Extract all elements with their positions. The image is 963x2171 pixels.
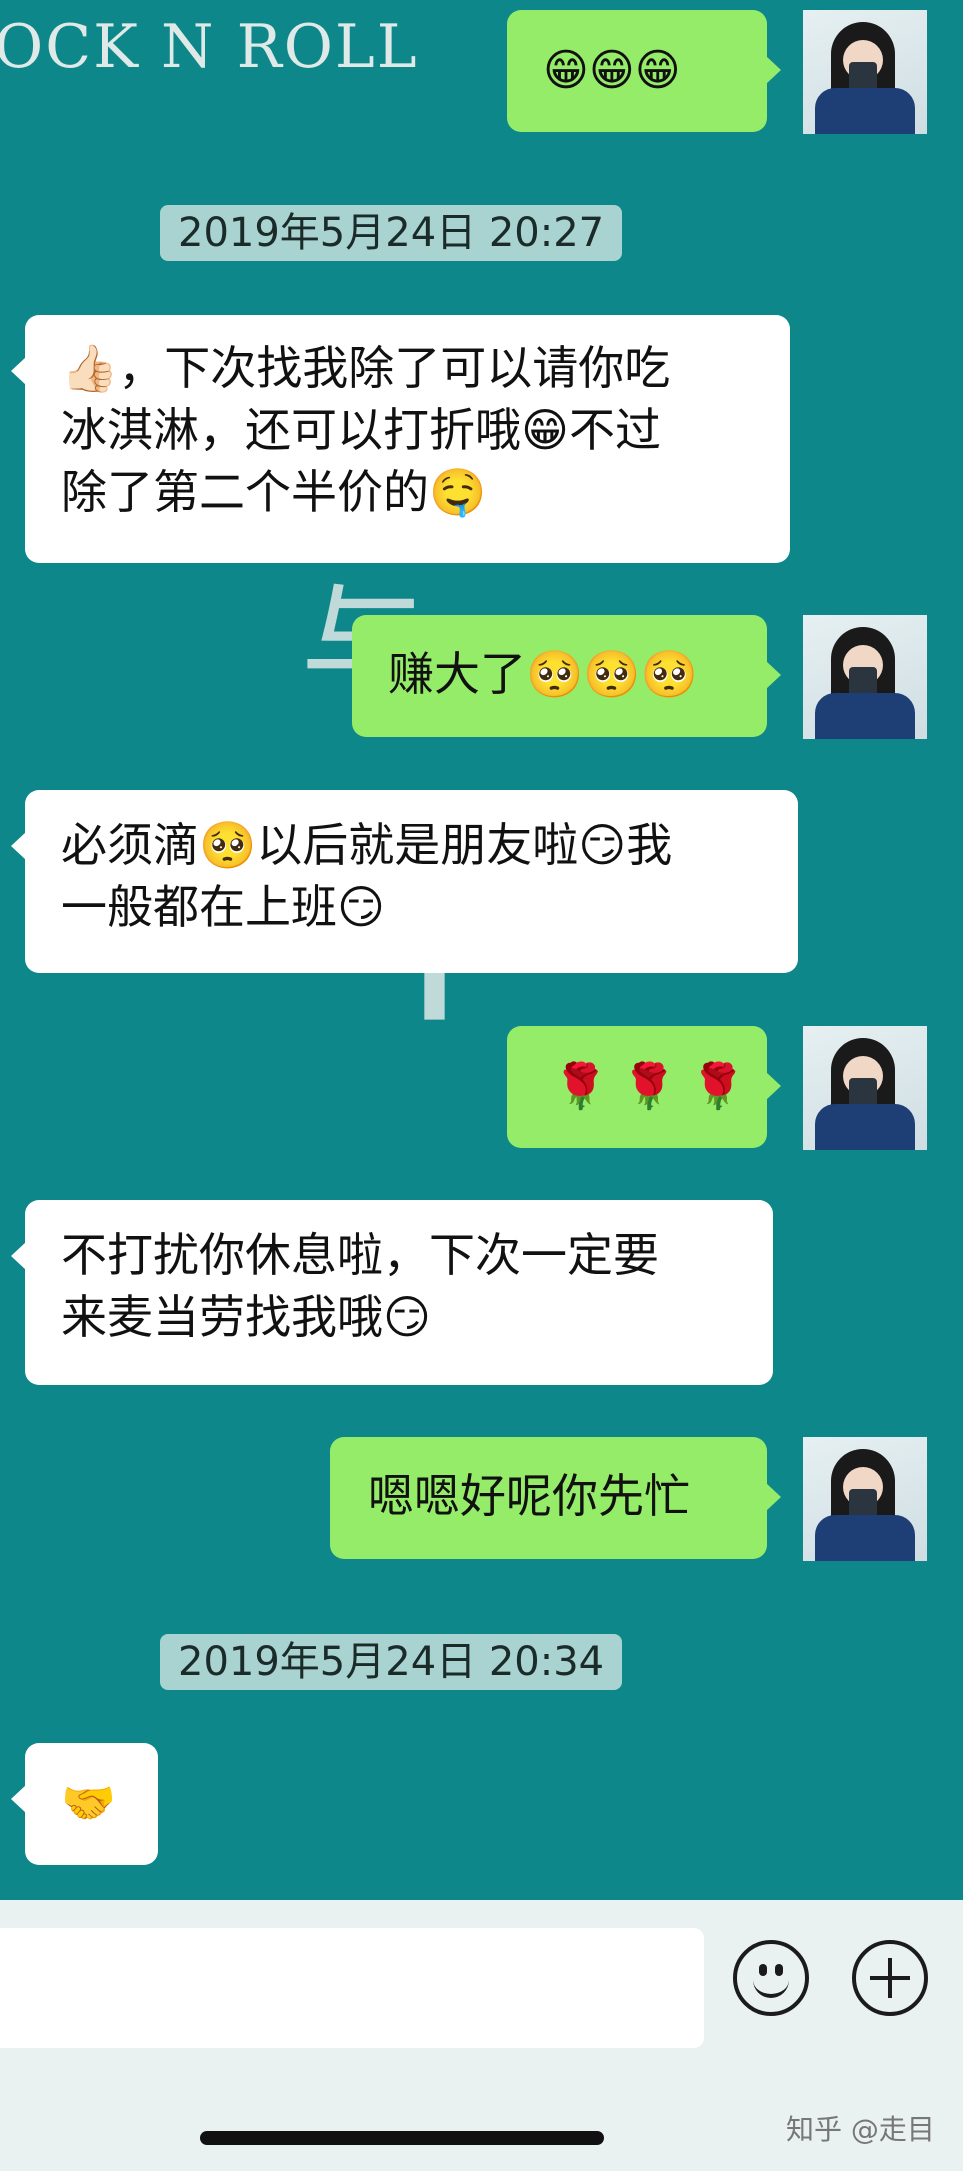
- smiley-icon[interactable]: [733, 1940, 809, 2016]
- timestamp: 2019年5月24日 20:27: [160, 205, 623, 261]
- message-bubble-incoming[interactable]: 必须滴🥺以后就是朋友啦😏我 一般都在上班😏: [11, 790, 798, 973]
- avatar[interactable]: [803, 615, 927, 739]
- message-line: 一般都在上班😏: [61, 880, 385, 934]
- message-bubble-outgoing[interactable]: 嗯嗯好呢你先忙: [330, 1437, 781, 1559]
- message-text: 赚大了🥺🥺🥺: [388, 647, 698, 701]
- wallpaper-text: OCK N ROLL: [0, 12, 419, 82]
- avatar[interactable]: [803, 1026, 927, 1150]
- message-input[interactable]: [0, 1928, 704, 2048]
- message-line: 不打扰你休息啦，下次一定要: [61, 1228, 659, 1282]
- avatar[interactable]: [803, 1437, 927, 1561]
- watermark: 知乎 @走目: [786, 2113, 935, 2146]
- message-line: 必须滴🥺以后就是朋友啦😏我: [61, 818, 673, 872]
- handshake-icon: 🤝: [61, 1778, 116, 1829]
- message-bubble-outgoing[interactable]: 🌹 🌹 🌹: [507, 1026, 781, 1148]
- message-text: 😁😁😁: [543, 45, 681, 96]
- message-bubble-outgoing[interactable]: 😁😁😁: [507, 10, 781, 132]
- message-bubble-incoming[interactable]: 🤝: [11, 1743, 158, 1865]
- timestamp: 2019年5月24日 20:34: [160, 1634, 623, 1690]
- avatar[interactable]: [803, 10, 927, 134]
- message-line: 冰淇淋，还可以打折哦😁不过: [61, 403, 661, 457]
- message-text: 嗯嗯好呢你先忙: [368, 1469, 690, 1523]
- message-bubble-incoming[interactable]: 不打扰你休息啦，下次一定要 来麦当劳找我哦😏: [11, 1200, 773, 1385]
- home-indicator[interactable]: [200, 2131, 604, 2145]
- message-line: 来麦当劳找我哦😏: [61, 1290, 431, 1344]
- message-bubble-incoming[interactable]: 👍🏻，下次找我除了可以请你吃 冰淇淋，还可以打折哦😁不过 除了第二个半价的🤤: [11, 315, 790, 563]
- plus-icon[interactable]: [852, 1940, 928, 2016]
- message-bubble-outgoing[interactable]: 赚大了🥺🥺🥺: [352, 615, 781, 737]
- message-line: 除了第二个半价的🤤: [61, 465, 487, 519]
- message-line: 👍🏻，下次找我除了可以请你吃: [61, 341, 671, 395]
- message-text: 🌹 🌹 🌹: [553, 1061, 746, 1112]
